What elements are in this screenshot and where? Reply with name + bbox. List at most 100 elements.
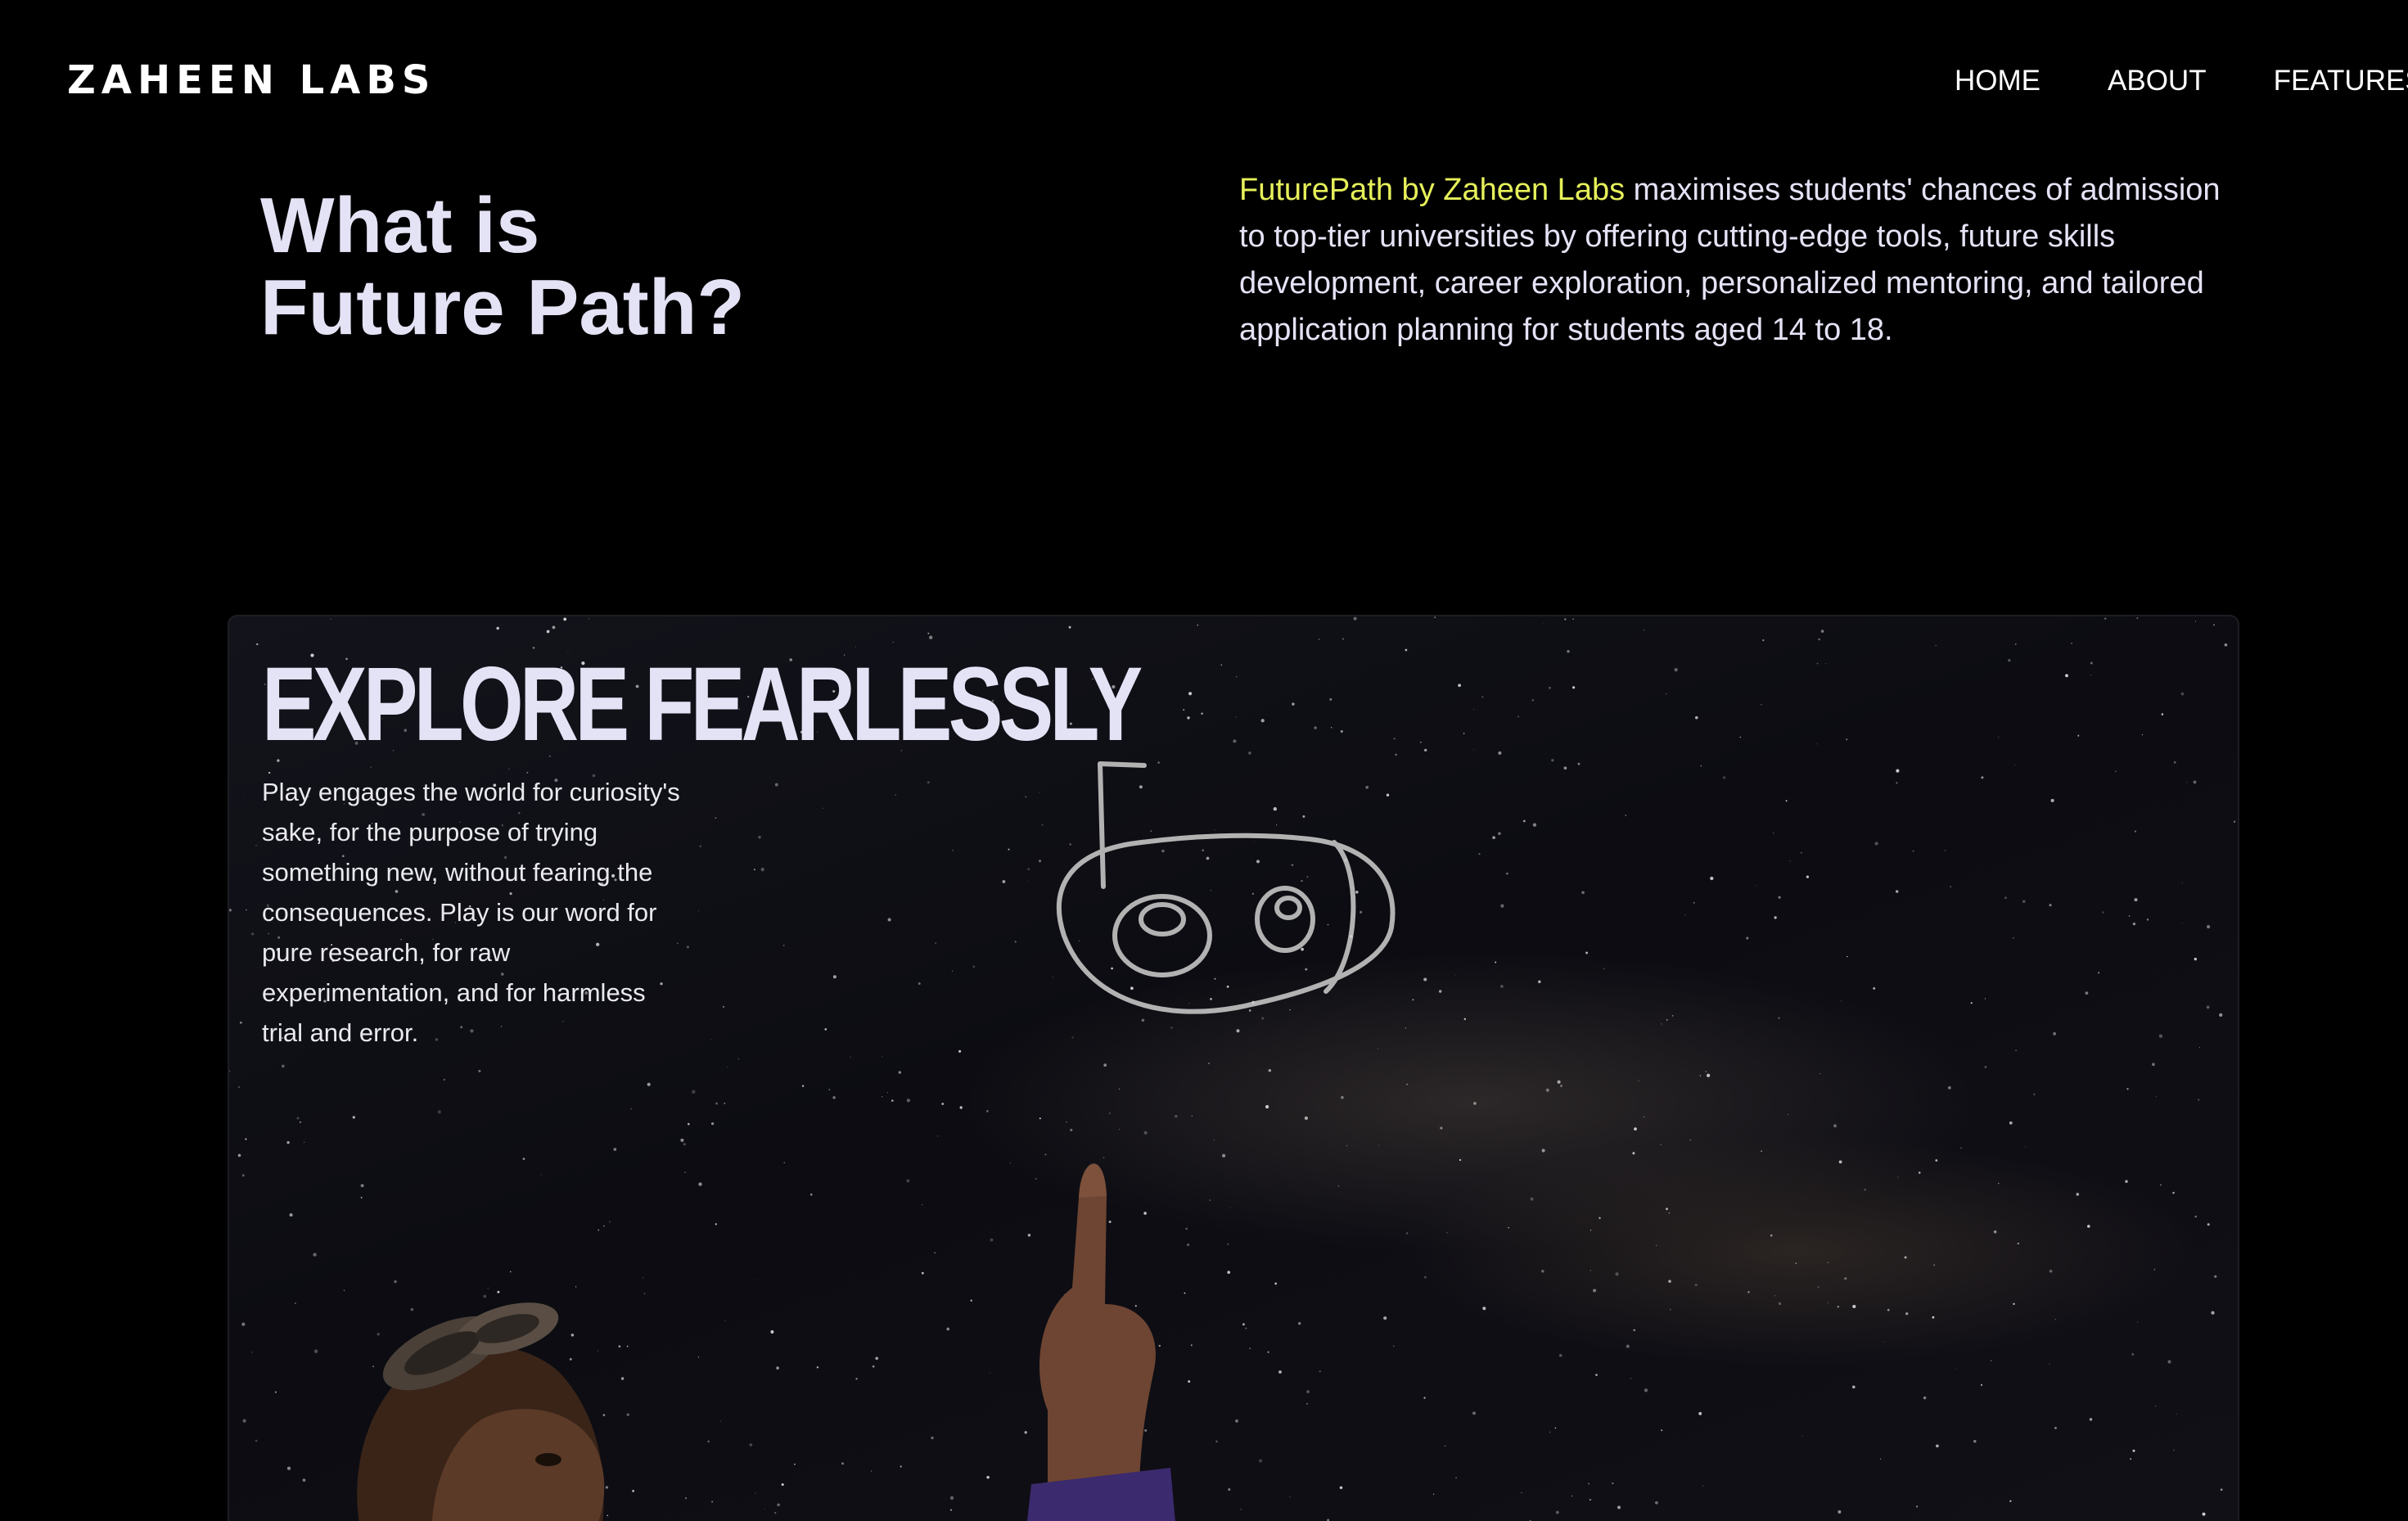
star [1499, 984, 1504, 988]
star [2137, 1321, 2139, 1323]
star [1260, 719, 1265, 723]
star [1918, 1171, 1921, 1174]
star [1554, 1427, 1557, 1429]
star [238, 1085, 240, 1088]
star [1879, 1458, 1882, 1460]
star [1572, 686, 1576, 689]
star [286, 1141, 290, 1144]
star [241, 1174, 245, 1177]
star [1585, 951, 1589, 955]
star [887, 918, 891, 922]
star [1508, 1226, 1509, 1229]
star [1778, 896, 1781, 899]
star [1014, 941, 1017, 943]
star [2141, 733, 2144, 736]
star [1615, 1272, 1619, 1276]
star [1339, 1486, 1343, 1490]
star [1785, 800, 1788, 802]
star [1762, 639, 1765, 642]
nav-features-link[interactable]: FEATURES [2274, 61, 2408, 102]
site-logo[interactable]: ZAHEEN LABS [67, 56, 435, 105]
star [1774, 1294, 1776, 1297]
star [1896, 782, 1898, 784]
star [1838, 1160, 1842, 1164]
star [875, 1356, 879, 1361]
star [782, 945, 785, 946]
star [1555, 1510, 1559, 1514]
star [2049, 904, 2052, 907]
star [855, 1378, 858, 1380]
star [2024, 1146, 2026, 1148]
star [972, 965, 976, 968]
star [1837, 1306, 1840, 1308]
star [2115, 770, 2117, 772]
star [816, 1366, 819, 1369]
star [828, 1089, 831, 1090]
star [1463, 1018, 1467, 1021]
star [692, 1090, 696, 1094]
star [1274, 1282, 1278, 1285]
star [546, 630, 550, 634]
star [2213, 624, 2215, 626]
star [1549, 1431, 1551, 1433]
star [1201, 712, 1203, 715]
star [1068, 625, 1071, 629]
star [1660, 1144, 1662, 1145]
star [1227, 1243, 1229, 1245]
star [872, 1365, 875, 1368]
star [1472, 708, 1475, 710]
star [2013, 937, 2014, 939]
star [1455, 1477, 1457, 1478]
star [958, 1049, 962, 1053]
star [2134, 830, 2137, 833]
star [2076, 1193, 2080, 1196]
star [2053, 1031, 2057, 1036]
star [1955, 1369, 1957, 1370]
star [715, 817, 717, 819]
nav-home-link[interactable]: HOME [1955, 61, 2040, 102]
star [1936, 1444, 1939, 1448]
star [1027, 881, 1029, 882]
star [1188, 692, 1193, 696]
star [1340, 730, 1343, 733]
star [2013, 1302, 2015, 1306]
star [1816, 743, 1818, 745]
star [1817, 1286, 1820, 1288]
star [2167, 1360, 2171, 1364]
star [801, 1085, 805, 1087]
star [1970, 1002, 1973, 1004]
star [1383, 1316, 1387, 1320]
star [1603, 968, 1605, 969]
star [724, 1320, 726, 1321]
star [1423, 1275, 1427, 1279]
star [2097, 972, 2100, 974]
star [243, 797, 245, 798]
star [1827, 1261, 1829, 1263]
star [1669, 1308, 1671, 1311]
nav-about-link[interactable]: ABOUT [2108, 61, 2207, 102]
star [1905, 1312, 1909, 1316]
star [1444, 1445, 1446, 1447]
intro-title: What is Future Path? [260, 185, 745, 349]
star [1774, 916, 1777, 919]
star [929, 635, 933, 639]
pointing-hand-illustration [1027, 1163, 1175, 1521]
star [710, 1122, 715, 1126]
star [824, 1028, 827, 1031]
star [2131, 1352, 2135, 1356]
star [1267, 1351, 1269, 1353]
star [1626, 1344, 1630, 1348]
star [1522, 819, 1526, 823]
star [1481, 696, 1484, 698]
star [2008, 659, 2011, 662]
star [1242, 1323, 1245, 1326]
star [1990, 1360, 1992, 1362]
star [941, 1103, 945, 1105]
star [891, 1099, 894, 1102]
star [2049, 1269, 2053, 1273]
star [1993, 1230, 1997, 1234]
star [1557, 1080, 1561, 1084]
star [251, 1352, 253, 1353]
star [1170, 1027, 1173, 1029]
star [1278, 1370, 1282, 1374]
